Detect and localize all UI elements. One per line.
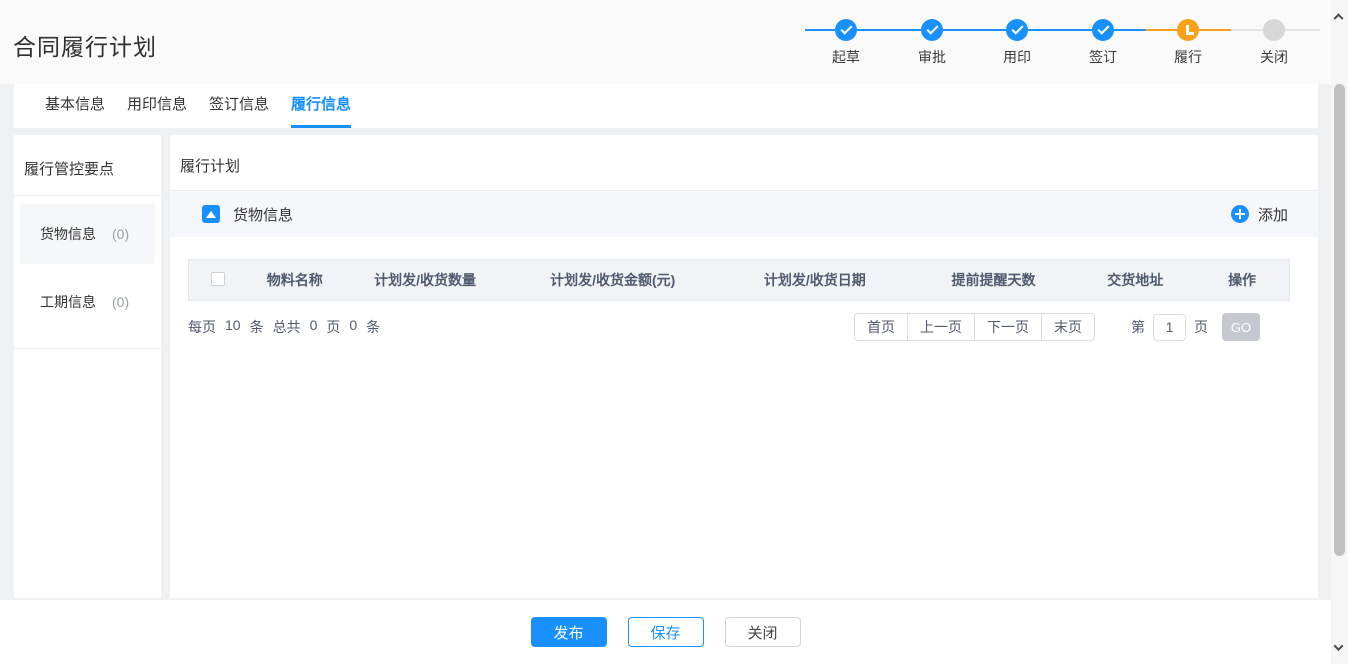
tab-seal-info[interactable]: 用印信息 [127, 84, 187, 128]
tab-bar: 基本信息 用印信息 签订信息 履行信息 [14, 84, 1318, 128]
sidebar-item-count: (0) [112, 226, 129, 242]
col-remind-days: 提前提醒天数 [912, 270, 1076, 290]
page-title: 合同履行计划 [13, 28, 157, 62]
total-pages: 0 [310, 317, 318, 337]
step-approval-label: 审批 [889, 47, 975, 67]
tab-sign-info[interactable]: 签订信息 [209, 84, 269, 128]
scrollbar-thumb[interactable] [1334, 84, 1345, 556]
section-title: 货物信息 [233, 204, 293, 225]
stepper-connector [943, 29, 1006, 31]
sidebar-item-count: (0) [112, 294, 129, 310]
panel-title: 履行计划 [170, 135, 1318, 191]
sidebar-item-goods[interactable]: 货物信息 (0) [20, 204, 155, 264]
per-page-label: 每页 [188, 317, 216, 337]
stepper-connector [1028, 29, 1092, 31]
goods-section-bar: 货物信息 添加 [170, 191, 1318, 237]
sidebar-title: 履行管控要点 [24, 158, 151, 179]
check-icon [840, 23, 852, 35]
step-seal-label: 用印 [974, 47, 1060, 67]
prev-page-button[interactable]: 上一页 [907, 313, 975, 341]
scrollbar-down-arrow-icon[interactable] [1335, 644, 1343, 652]
tab-perform-info[interactable]: 履行信息 [291, 84, 351, 128]
pages-unit: 页 [326, 317, 340, 337]
add-button[interactable]: 添加 [1231, 204, 1288, 225]
sidebar-item-label: 货物信息 [40, 224, 96, 244]
divider [14, 348, 161, 349]
stepper-connector [1114, 29, 1177, 31]
go-button[interactable]: GO [1222, 313, 1260, 341]
scrollbar-up-arrow-icon[interactable] [1335, 12, 1343, 20]
stepper-connector [1285, 29, 1320, 31]
performance-plan-panel: 履行计划 货物信息 添加 物料名称 计划发/收货数量 计划发/收货金额(元) 计… [170, 135, 1318, 598]
table-header-row: 物料名称 计划发/收货数量 计划发/收货金额(元) 计划发/收货日期 提前提醒天… [188, 259, 1290, 301]
total-label: 总共 [273, 317, 301, 337]
col-planned-date: 计划发/收货日期 [718, 270, 912, 290]
sidebar-item-schedule[interactable]: 工期信息 (0) [20, 272, 155, 332]
triangle-up-icon [206, 211, 216, 218]
col-planned-quantity: 计划发/收货数量 [343, 270, 508, 290]
per-page-value: 10 [225, 317, 241, 337]
check-icon [1097, 23, 1109, 35]
items-unit: 条 [250, 317, 264, 337]
col-planned-amount: 计划发/收货金额(元) [507, 270, 718, 290]
pagination-bar: 每页 10 条 总共 0 页 0 条 首页 上一页 下一页 末页 第 页 GO [188, 313, 1260, 341]
vertical-scrollbar[interactable] [1331, 0, 1348, 664]
page-jump-suffix: 页 [1194, 317, 1208, 337]
clock-icon [1186, 25, 1194, 35]
add-button-label: 添加 [1258, 204, 1288, 225]
items-unit: 条 [366, 317, 380, 337]
step-sign-label: 签订 [1060, 47, 1146, 67]
step-perform-circle [1177, 19, 1199, 41]
step-draft-circle [835, 19, 857, 41]
collapse-toggle-button[interactable] [202, 205, 220, 223]
page-number-input[interactable] [1153, 314, 1186, 341]
publish-button[interactable]: 发布 [531, 617, 607, 647]
stepper-connector [857, 29, 921, 31]
col-material-name: 物料名称 [247, 270, 343, 290]
first-page-button[interactable]: 首页 [854, 313, 908, 341]
last-page-button[interactable]: 末页 [1041, 313, 1095, 341]
footer-action-bar: 发布 保存 关闭 [0, 600, 1331, 664]
total-items: 0 [349, 317, 357, 337]
pagination-summary: 每页 10 条 总共 0 页 0 条 [188, 317, 380, 337]
tab-basic-info[interactable]: 基本信息 [45, 84, 105, 128]
stepper-connector [1199, 29, 1263, 31]
stepper-connector [805, 29, 835, 31]
col-select [189, 272, 247, 289]
select-all-checkbox[interactable] [211, 272, 225, 286]
close-button[interactable]: 关闭 [725, 617, 801, 647]
save-button[interactable]: 保存 [628, 617, 704, 647]
col-delivery-address: 交货地址 [1075, 270, 1195, 290]
process-stepper: 起草 审批 用印 签订 履行 关闭 [805, 17, 1320, 65]
sidebar-item-label: 工期信息 [40, 292, 96, 312]
step-sign-circle [1092, 19, 1114, 41]
step-close-label: 关闭 [1231, 47, 1317, 67]
step-close-circle [1263, 19, 1285, 41]
step-perform-label: 履行 [1145, 47, 1231, 67]
sidebar-control-points: 履行管控要点 货物信息 (0) 工期信息 (0) [14, 135, 161, 598]
step-draft-label: 起草 [803, 47, 889, 67]
step-seal-circle [1006, 19, 1028, 41]
pager-button-group: 首页 上一页 下一页 末页 [854, 313, 1095, 341]
check-icon [926, 23, 938, 35]
page-jump-prefix: 第 [1131, 317, 1145, 337]
step-approval-circle [921, 19, 943, 41]
divider [14, 195, 161, 196]
plus-icon [1231, 205, 1249, 223]
check-icon [1011, 23, 1023, 35]
col-actions: 操作 [1195, 270, 1289, 290]
next-page-button[interactable]: 下一页 [974, 313, 1042, 341]
page-jump: 第 页 GO [1131, 313, 1260, 341]
